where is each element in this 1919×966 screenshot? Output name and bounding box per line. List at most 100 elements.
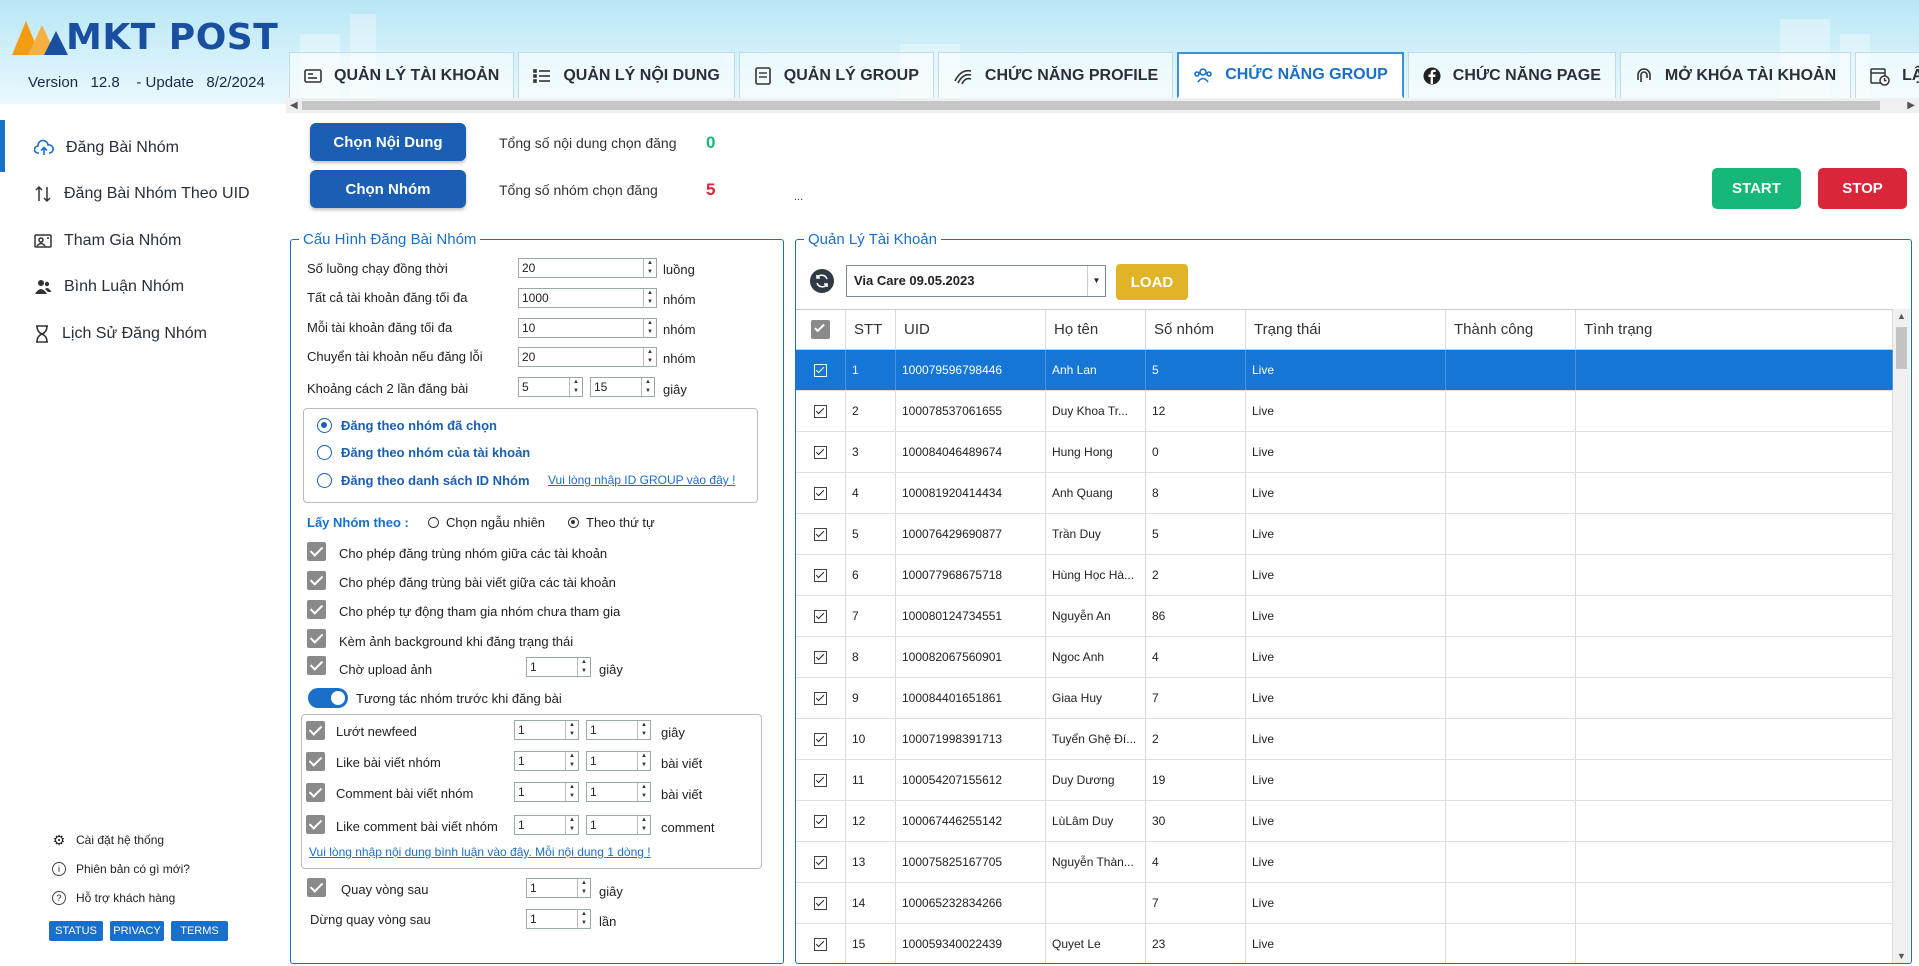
row-checkbox[interactable] <box>814 527 827 541</box>
chevron-down-icon[interactable]: ▼ <box>1087 266 1105 296</box>
interaction-to-stepper[interactable]: 1 ▲ ▼ <box>586 720 651 740</box>
spin-arrows-icon[interactable]: ▲ ▼ <box>565 721 578 739</box>
table-row[interactable]: 3 100084046489674 Hung Hong 0 Live <box>796 432 1893 473</box>
order-random-radio[interactable]: Chọn ngẫu nhiên <box>428 515 545 530</box>
scrollbar-thumb[interactable] <box>1896 327 1907 369</box>
auto-join-checkbox[interactable] <box>307 600 326 619</box>
row-checkbox-cell[interactable] <box>796 432 846 472</box>
row-checkbox[interactable] <box>814 363 827 377</box>
mode-account-groups-radio[interactable]: Đăng theo nhóm của tài khoản <box>317 445 530 460</box>
spin-arrows-icon[interactable]: ▲ ▼ <box>565 783 578 801</box>
table-row[interactable]: 10 100071998391713 Tuyển Ghệ Đí... 2 Live <box>796 719 1893 760</box>
row-checkbox[interactable] <box>814 855 827 869</box>
interaction-from-stepper[interactable]: 1 ▲ ▼ <box>514 782 579 802</box>
interaction-to-stepper[interactable]: 1 ▲ ▼ <box>586 782 651 802</box>
settings-link[interactable]: ⚙ Cài đặt hệ thống <box>52 832 164 848</box>
interaction-to-stepper[interactable]: 1 ▲ ▼ <box>586 815 651 835</box>
tab-unlock-account[interactable]: MỞ KHÓA TÀI KHOẢN <box>1619 52 1852 99</box>
table-row[interactable]: 7 100080124734551 Nguyễn An 86 Live <box>796 596 1893 637</box>
row-checkbox-cell[interactable] <box>796 514 846 554</box>
spin-arrows-icon[interactable]: ▲ ▼ <box>643 259 656 277</box>
row-checkbox[interactable] <box>814 937 827 951</box>
tab-group-management[interactable]: QUẢN LÝ GROUP <box>738 52 934 99</box>
column-header-name[interactable]: Họ tên <box>1046 310 1146 349</box>
spin-arrows-icon[interactable]: ▲ ▼ <box>565 752 578 770</box>
scroll-newsfeed-checkbox[interactable] <box>306 721 325 740</box>
spin-arrows-icon[interactable]: ▲ ▼ <box>577 658 590 676</box>
spin-arrows-icon[interactable]: ▲ ▼ <box>637 752 650 770</box>
row-checkbox[interactable] <box>814 445 827 459</box>
column-header-success[interactable]: Thành công <box>1446 310 1576 349</box>
terms-badge-button[interactable]: TERMS <box>171 921 228 941</box>
loop-after-stepper[interactable]: 1 ▲ ▼ <box>526 878 591 898</box>
allow-duplicate-group-checkbox[interactable] <box>307 542 326 561</box>
sidebar-item-join-group[interactable]: Tham Gia Nhóm <box>0 219 286 263</box>
tab-account-management[interactable]: QUẢN LÝ TÀI KHOẢN <box>289 52 515 99</box>
tab-profile-functions[interactable]: CHỨC NĂNG PROFILE <box>937 52 1174 99</box>
sidebar-item-comment-group[interactable]: Bình Luận Nhóm <box>0 265 286 309</box>
row-checkbox-cell[interactable] <box>796 473 846 513</box>
row-checkbox[interactable] <box>814 691 827 705</box>
row-checkbox-cell[interactable] <box>796 350 846 390</box>
column-header-stt[interactable]: STT <box>846 310 896 349</box>
table-row[interactable]: 13 100075825167705 Nguyễn Thàn... 4 Live <box>796 842 1893 883</box>
row-checkbox-cell[interactable] <box>796 596 846 636</box>
upload-wait-checkbox[interactable] <box>307 656 326 675</box>
tab-content-management[interactable]: QUẢN LÝ NỘI DUNG <box>518 52 735 99</box>
start-button[interactable]: START <box>1712 168 1801 209</box>
background-image-checkbox[interactable] <box>307 629 326 648</box>
select-all-header[interactable] <box>796 310 846 349</box>
allow-duplicate-post-checkbox[interactable] <box>307 571 326 590</box>
table-row[interactable]: 5 100076429690877 Trần Duy 5 Live <box>796 514 1893 555</box>
tab-group-functions[interactable]: CHỨC NĂNG GROUP <box>1177 52 1404 99</box>
scroll-down-arrow-icon[interactable]: ▼ <box>1897 951 1906 961</box>
spin-arrows-icon[interactable]: ▲ ▼ <box>569 378 582 396</box>
spin-arrows-icon[interactable]: ▲ ▼ <box>641 378 654 396</box>
like-comment-checkbox[interactable] <box>306 815 325 834</box>
spin-arrows-icon[interactable]: ▲ ▼ <box>577 879 590 897</box>
scroll-up-arrow-icon[interactable]: ▲ <box>1897 311 1906 321</box>
sidebar-item-post-group-by-uid[interactable]: Đăng Bài Nhóm Theo UID <box>0 172 286 216</box>
comment-post-checkbox[interactable] <box>306 783 325 802</box>
row-checkbox-cell[interactable] <box>796 391 846 431</box>
load-button[interactable]: LOAD <box>1116 264 1188 300</box>
row-checkbox[interactable] <box>814 404 827 418</box>
refresh-icon[interactable] <box>810 269 834 293</box>
row-checkbox-cell[interactable] <box>796 555 846 595</box>
mode-id-list-radio[interactable]: Đăng theo danh sách ID Nhóm <box>317 473 530 488</box>
table-row[interactable]: 2 100078537061655 Duy Khoa Tr... 12 Live <box>796 391 1893 432</box>
interact-before-post-toggle[interactable] <box>308 688 348 708</box>
row-checkbox-cell[interactable] <box>796 842 846 882</box>
spin-arrows-icon[interactable]: ▲ ▼ <box>637 783 650 801</box>
upload-wait-stepper[interactable]: 1 ▲ ▼ <box>526 657 591 677</box>
spin-arrows-icon[interactable]: ▲ ▼ <box>643 289 656 307</box>
row-checkbox[interactable] <box>814 486 827 500</box>
row-checkbox[interactable] <box>814 568 827 582</box>
whats-new-link[interactable]: i Phiên bản có gì mới? <box>52 862 190 876</box>
switch-on-error-stepper[interactable]: 20 ▲ ▼ <box>518 347 657 367</box>
scroll-left-arrow-icon[interactable]: ◀ <box>290 98 298 113</box>
tabs-horizontal-scrollbar[interactable]: ◀ ▶ <box>286 98 1919 113</box>
table-row[interactable]: 1 100079596798446 Anh Lan 5 Live <box>796 350 1893 391</box>
interaction-from-stepper[interactable]: 1 ▲ ▼ <box>514 815 579 835</box>
spin-arrows-icon[interactable]: ▲ ▼ <box>643 348 656 366</box>
enter-comments-link[interactable]: Vui lòng nhập nội dung bình luận vào đây… <box>309 845 651 859</box>
spin-arrows-icon[interactable]: ▲ ▼ <box>565 816 578 834</box>
table-row[interactable]: 12 100067446255142 LùLâm Duy 30 Live <box>796 801 1893 842</box>
row-checkbox[interactable] <box>814 650 827 664</box>
like-post-checkbox[interactable] <box>306 752 325 771</box>
table-row[interactable]: 9 100084401651861 Giaa Huy 7 Live <box>796 678 1893 719</box>
table-row[interactable]: 4 100081920414434 Anh Quang 8 Live <box>796 473 1893 514</box>
tab-schedule[interactable]: LẬP LỊCH <box>1855 52 1919 99</box>
per-account-max-stepper[interactable]: 10 ▲ ▼ <box>518 318 657 338</box>
table-vertical-scrollbar[interactable]: ▲ ▼ <box>1893 309 1910 963</box>
row-checkbox-cell[interactable] <box>796 801 846 841</box>
row-checkbox-cell[interactable] <box>796 883 846 923</box>
stop-loop-stepper[interactable]: 1 ▲ ▼ <box>526 909 591 929</box>
row-checkbox-cell[interactable] <box>796 637 846 677</box>
total-max-stepper[interactable]: 1000 ▲ ▼ <box>518 288 657 308</box>
interval-from-stepper[interactable]: 5 ▲ ▼ <box>518 377 583 397</box>
column-header-condition[interactable]: Tình trạng <box>1576 310 1893 349</box>
row-checkbox[interactable] <box>814 732 827 746</box>
enter-group-ids-link[interactable]: Vui lòng nhập ID GROUP vào đây ! <box>548 473 735 487</box>
